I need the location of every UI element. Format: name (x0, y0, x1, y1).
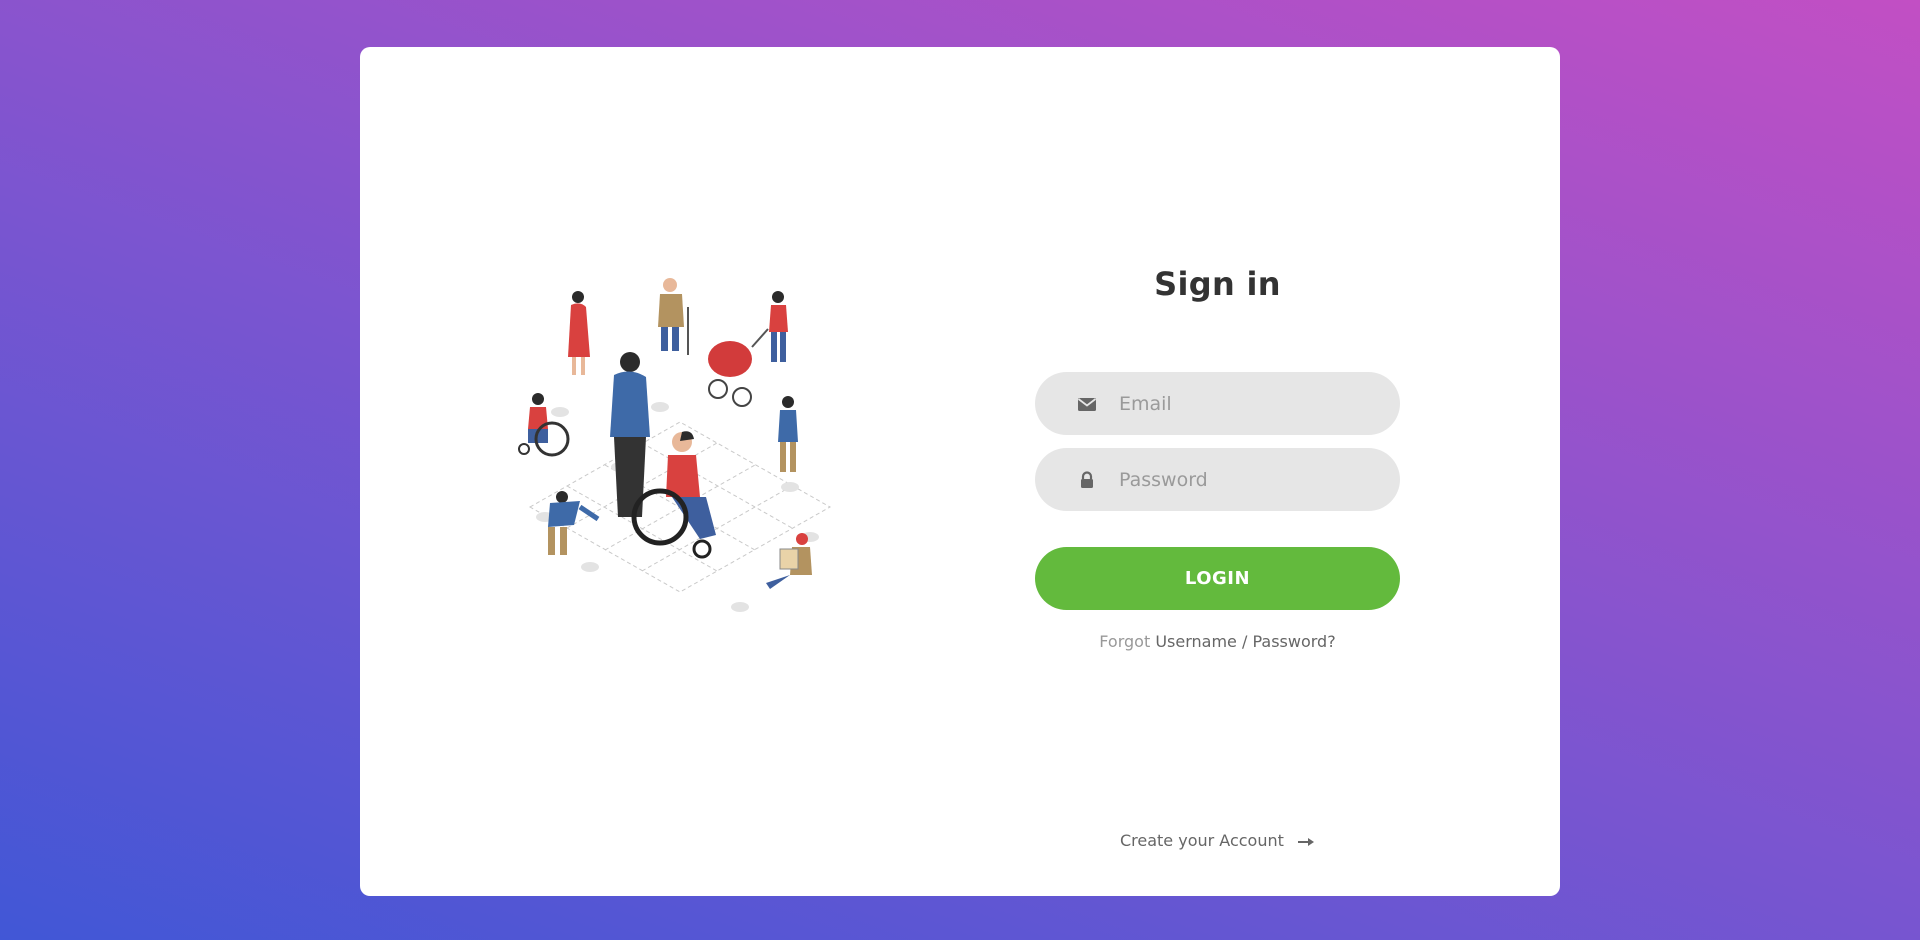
password-field-wrapper[interactable] (1035, 448, 1400, 511)
login-card: Sign in LOGIN Forgot Username / Password… (360, 47, 1560, 896)
arrow-right-icon (1298, 837, 1314, 846)
forgot-prefix: Forgot (1099, 632, 1151, 651)
create-account-label: Create your Account (1119, 831, 1284, 850)
login-form: Sign in LOGIN Forgot Username / Password… (1035, 47, 1400, 896)
page-title: Sign in (1154, 265, 1281, 303)
email-field-wrapper[interactable] (1035, 372, 1400, 435)
accessibility-people-illustration (518, 278, 832, 612)
create-account-link[interactable]: Create your Account (1035, 831, 1400, 850)
envelope-icon (1077, 397, 1097, 411)
forgot-password-link[interactable]: Username / Password? (1155, 632, 1335, 651)
email-input[interactable] (1119, 372, 1379, 435)
password-input[interactable] (1119, 448, 1379, 511)
login-button[interactable]: LOGIN (1035, 547, 1400, 610)
lock-icon (1081, 470, 1093, 488)
forgot-password-row: Forgot Username / Password? (1035, 632, 1400, 651)
